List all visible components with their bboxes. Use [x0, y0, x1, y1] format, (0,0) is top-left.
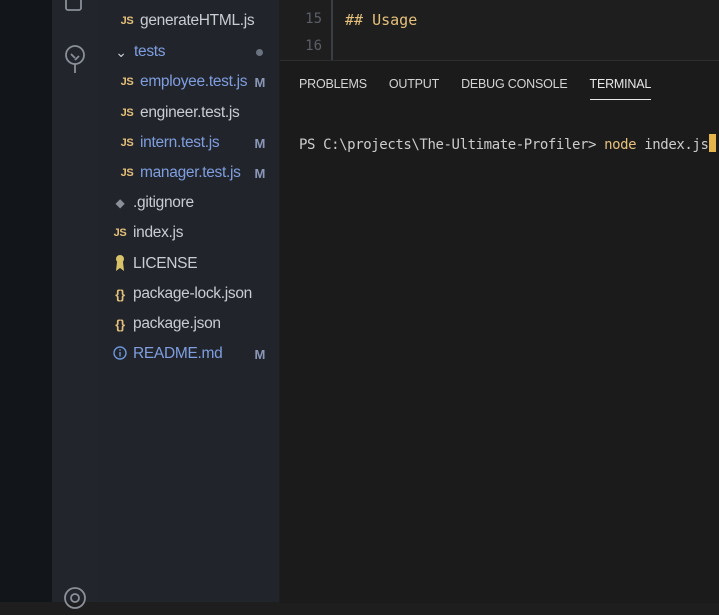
modified-dot-badge — [256, 48, 263, 56]
extensions-icon[interactable] — [63, 0, 87, 16]
file-engineer-test[interactable]: JS engineer.test.js — [98, 98, 279, 128]
folder-label: tests — [134, 43, 166, 60]
js-icon: JS — [120, 76, 134, 88]
file-label: employee.test.js — [140, 73, 248, 90]
file-readme[interactable]: README.md M — [98, 339, 279, 369]
terminal-command: node — [604, 137, 637, 153]
bottom-panel: PROBLEMS OUTPUT DEBUG CONSOLE TERMINAL P… — [280, 60, 719, 603]
line-number: 15 — [305, 11, 322, 27]
js-icon: JS — [113, 227, 127, 239]
tab-problems[interactable]: PROBLEMS — [299, 77, 367, 100]
info-icon — [111, 345, 129, 363]
folder-tests[interactable]: ⌄ tests — [98, 37, 279, 67]
file-intern-test[interactable]: JS intern.test.js M — [98, 128, 279, 158]
file-label: README.md — [133, 345, 223, 362]
js-icon: JS — [120, 167, 134, 179]
json-icon: {} — [115, 286, 125, 302]
git-status-badge: M — [254, 165, 265, 181]
json-icon: {} — [115, 316, 125, 332]
window-edge — [0, 0, 52, 602]
tab-output[interactable]: OUTPUT — [389, 77, 439, 100]
explorer-sidebar: JS generateHTML.js ⌄ tests JS employee.t… — [98, 0, 279, 602]
terminal-prompt: PS C:\projects\The-Ultimate-Profiler> — [299, 137, 605, 153]
tree-icon[interactable] — [63, 44, 87, 73]
file-package-lock[interactable]: {} package-lock.json — [98, 279, 279, 309]
file-label: generateHTML.js — [140, 12, 255, 29]
js-icon: JS — [120, 137, 134, 149]
file-gitignore[interactable]: ◆ .gitignore — [98, 188, 279, 218]
git-status-badge: M — [254, 135, 265, 151]
git-status-badge: M — [254, 74, 265, 90]
gutter-divider — [331, 0, 333, 60]
file-package-json[interactable]: {} package.json — [98, 309, 279, 339]
terminal-line[interactable]: PS C:\projects\The-Ultimate-Profiler> no… — [299, 134, 717, 153]
file-label: LICENSE — [133, 255, 198, 272]
code-editor[interactable]: 15 16 ## Usage — [280, 0, 719, 60]
file-label: intern.test.js — [140, 134, 220, 151]
file-label: .gitignore — [133, 194, 194, 211]
activity-bar — [52, 0, 99, 609]
git-status-badge: M — [254, 346, 265, 362]
js-icon: JS — [120, 107, 134, 119]
file-license[interactable]: LICENSE — [98, 249, 279, 279]
tab-terminal[interactable]: TERMINAL — [589, 77, 651, 100]
file-label: package.json — [133, 315, 221, 332]
file-manager-test[interactable]: JS manager.test.js M — [98, 158, 279, 188]
file-label: manager.test.js — [140, 164, 241, 181]
chevron-down-icon: ⌄ — [115, 43, 127, 60]
file-label: package-lock.json — [133, 285, 252, 302]
git-icon: ◆ — [115, 196, 125, 210]
file-label: index.js — [133, 224, 184, 241]
file-index-js[interactable]: JS index.js — [98, 218, 279, 248]
file-label: engineer.test.js — [140, 104, 240, 121]
terminal-cursor — [709, 134, 717, 152]
line-number: 16 — [305, 38, 322, 54]
terminal-argument: index.js — [636, 137, 709, 153]
tab-debug-console[interactable]: DEBUG CONSOLE — [461, 77, 568, 100]
account-icon[interactable] — [63, 586, 87, 610]
file-employee-test[interactable]: JS employee.test.js M — [98, 67, 279, 97]
js-icon: JS — [120, 15, 134, 27]
file-generatehtml[interactable]: JS generateHTML.js — [98, 6, 279, 36]
panel-tabs: PROBLEMS OUTPUT DEBUG CONSOLE TERMINAL — [299, 77, 651, 100]
license-icon — [111, 254, 129, 275]
code-text: ## Usage — [345, 11, 418, 29]
